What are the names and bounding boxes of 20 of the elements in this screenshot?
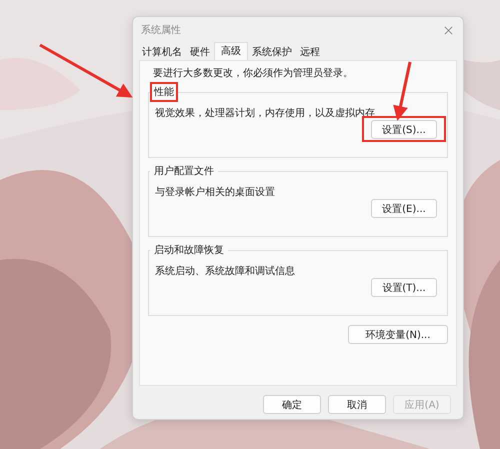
close-icon[interactable] — [444, 26, 453, 34]
group-description: 与登录帐户相关的桌面设置 — [155, 186, 276, 199]
group-title: 启动和故障恢复 — [153, 244, 225, 258]
tab[interactable]: 系统保护 — [248, 45, 296, 60]
window-title: 系统属性 — [141, 24, 181, 37]
tab[interactable]: 硬件 — [186, 45, 214, 60]
tab[interactable]: 计算机名 — [138, 45, 186, 60]
dialog-button[interactable]: 确定 — [263, 395, 321, 414]
settings-button[interactable]: 设置(S)... — [371, 120, 437, 139]
group-title: 用户配置文件 — [153, 164, 215, 179]
group-title: 性能 — [150, 82, 178, 102]
environment-variables-button[interactable]: 环境变量(N)... — [348, 325, 448, 344]
settings-button[interactable]: 设置(E)... — [371, 199, 437, 218]
tab[interactable]: 远程 — [296, 45, 324, 60]
notice-text: 要进行大多数更改，你必须作为管理员登录。 — [153, 66, 354, 80]
dialog-button[interactable]: 取消 — [328, 395, 386, 414]
group-description: 系统启动、系统故障和调试信息 — [155, 264, 296, 278]
annotation-arrow — [393, 62, 412, 121]
settings-button[interactable]: 设置(T)... — [371, 278, 437, 297]
tab[interactable]: 高级 — [214, 42, 248, 60]
